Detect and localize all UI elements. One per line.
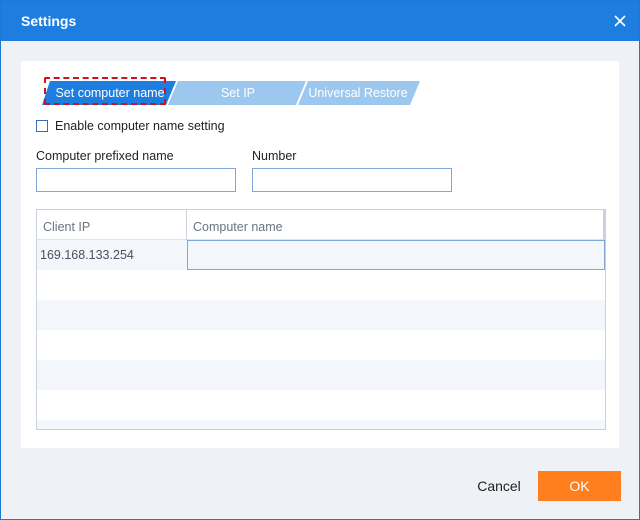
enable-computer-name-checkbox[interactable] bbox=[36, 120, 48, 132]
table-header: Client IP Computer name bbox=[37, 210, 605, 240]
tab-set-computer-name[interactable]: Set computer name bbox=[46, 81, 174, 105]
empty-table-row bbox=[37, 300, 605, 330]
settings-panel: Set computer name Set IP Universal Resto… bbox=[21, 61, 619, 448]
tab-set-ip[interactable]: Set IP bbox=[174, 81, 302, 105]
tab-universal-restore[interactable]: Universal Restore bbox=[300, 81, 416, 105]
empty-table-row bbox=[37, 390, 605, 420]
ok-button[interactable]: OK bbox=[538, 471, 621, 501]
table-row[interactable]: 169.168.133.254 bbox=[37, 240, 605, 270]
title-bar: Settings bbox=[1, 1, 639, 41]
prefix-name-label: Computer prefixed name bbox=[36, 149, 174, 163]
close-icon[interactable] bbox=[609, 10, 631, 32]
prefix-name-input[interactable] bbox=[36, 168, 236, 192]
enable-computer-name-option[interactable]: Enable computer name setting bbox=[36, 118, 225, 134]
client-table: Client IP Computer name 169.168.133.254 bbox=[36, 209, 606, 430]
empty-table-row bbox=[37, 360, 605, 390]
settings-dialog: Settings Set computer name Set IP Univer… bbox=[0, 0, 640, 520]
computer-name-cell bbox=[188, 241, 191, 271]
cancel-button[interactable]: Cancel bbox=[469, 471, 529, 501]
number-label: Number bbox=[252, 149, 297, 163]
enable-computer-name-label: Enable computer name setting bbox=[55, 119, 225, 133]
client-ip-cell: 169.168.133.254 bbox=[40, 248, 134, 262]
empty-table-row bbox=[37, 420, 605, 429]
column-header-client-ip[interactable]: Client IP bbox=[37, 210, 187, 240]
computer-name-edit-cell[interactable] bbox=[187, 240, 605, 270]
column-header-computer-name[interactable]: Computer name bbox=[187, 210, 605, 240]
dialog-title: Settings bbox=[21, 13, 77, 29]
empty-table-row bbox=[37, 330, 605, 360]
header-divider bbox=[603, 210, 605, 240]
number-input[interactable] bbox=[252, 168, 452, 192]
empty-table-row bbox=[37, 270, 605, 300]
